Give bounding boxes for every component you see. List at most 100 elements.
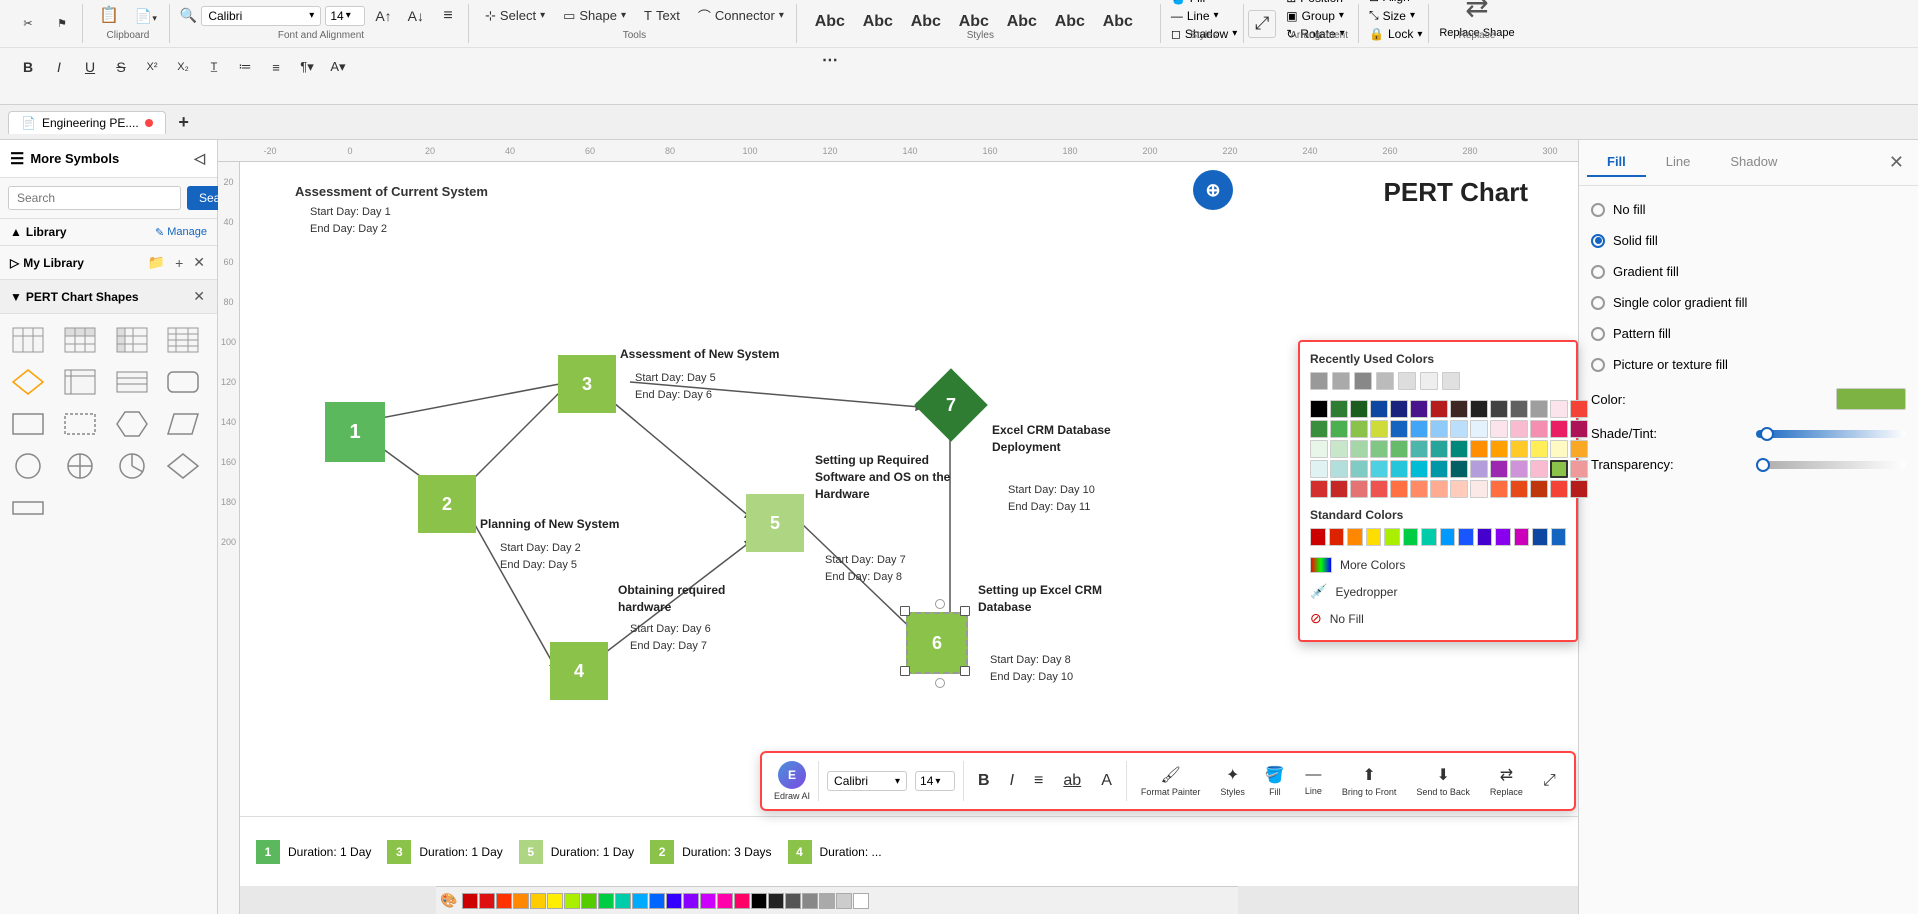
cg-r2-14[interactable] (1570, 420, 1588, 438)
picture-texture-fill-option[interactable]: Picture or texture fill (1591, 353, 1906, 376)
search-input[interactable] (8, 186, 181, 210)
cg-r3-7[interactable] (1430, 440, 1448, 458)
no-fill-radio[interactable] (1591, 203, 1605, 217)
node-5[interactable]: 5 (746, 494, 804, 552)
cg-gray2[interactable] (1490, 400, 1508, 418)
color-swatch-rose[interactable] (734, 893, 750, 909)
cg-r2-13[interactable] (1550, 420, 1568, 438)
cp-std-13[interactable] (1532, 528, 1548, 546)
cp-eyedropper-row[interactable]: 💉 Eyedropper (1310, 580, 1566, 603)
cg-blue1[interactable] (1370, 400, 1388, 418)
color-swatch-blue2[interactable] (649, 893, 665, 909)
ft-font-size[interactable]: 14 ▾ (915, 771, 955, 791)
cg-r5-7[interactable] (1430, 480, 1448, 498)
color-swatch-yellow1[interactable] (530, 893, 546, 909)
cp-std-10[interactable] (1477, 528, 1493, 546)
ft-textcolor-btn[interactable]: A (1095, 768, 1118, 794)
cg-r4-5[interactable] (1390, 460, 1408, 478)
color-swatch-blue1[interactable] (632, 893, 648, 909)
clipboard-paste-btn[interactable]: 📄▾ (129, 2, 163, 30)
cg-r4-3[interactable] (1350, 460, 1368, 478)
cg-r2-2[interactable] (1330, 420, 1348, 438)
abc-style-6[interactable]: Abc (1047, 4, 1093, 40)
cg-r2-11[interactable] (1510, 420, 1528, 438)
shade-thumb[interactable] (1760, 427, 1774, 441)
abc-style-more[interactable]: ⋯ (807, 42, 853, 78)
cp-std-3[interactable] (1347, 528, 1363, 546)
abc-style-3[interactable]: Abc (903, 4, 949, 40)
fmt-para-btn[interactable]: ¶▾ (293, 53, 321, 81)
text-align-btn[interactable]: ≡ (434, 2, 462, 30)
font-decrease-btn[interactable]: A↓ (402, 2, 430, 30)
shape-item-hexagon[interactable] (112, 406, 152, 442)
cg-r3-5[interactable] (1390, 440, 1408, 458)
ft-edraw-ai[interactable]: E Edraw AI (774, 761, 810, 801)
sidebar-collapse-btn[interactable]: ◁ (192, 148, 207, 169)
cg-r3-1[interactable] (1310, 440, 1328, 458)
cg-r2-12[interactable] (1530, 420, 1548, 438)
cg-purple1[interactable] (1410, 400, 1428, 418)
cg-red2[interactable] (1570, 400, 1588, 418)
color-swatch-orange2[interactable] (513, 893, 529, 909)
ft-italic-btn[interactable]: I (1004, 768, 1020, 794)
cp-std-8[interactable] (1440, 528, 1456, 546)
cg-r5-8[interactable] (1450, 480, 1468, 498)
picture-texture-radio[interactable] (1591, 358, 1605, 372)
cg-r3-11[interactable] (1510, 440, 1528, 458)
node-7[interactable]: 7 (918, 372, 984, 438)
cg-r2-6[interactable] (1410, 420, 1428, 438)
cp-std-14[interactable] (1551, 528, 1567, 546)
shape-item-diamond-shape[interactable] (163, 448, 203, 484)
cg-r5-5[interactable] (1390, 480, 1408, 498)
cg-r3-13[interactable] (1550, 440, 1568, 458)
fmt-strikethrough-btn[interactable]: S (107, 53, 135, 81)
color-swatch-gray1[interactable] (785, 893, 801, 909)
shape-item-diamond-small[interactable] (8, 364, 48, 400)
ft-line-btn[interactable]: — Line (1299, 762, 1328, 800)
single-color-gradient-option[interactable]: Single color gradient fill (1591, 291, 1906, 314)
cp-std-9[interactable] (1458, 528, 1474, 546)
cg-r3-12[interactable] (1530, 440, 1548, 458)
cg-pink1[interactable] (1550, 400, 1568, 418)
abc-style-7[interactable]: Abc (1095, 4, 1141, 40)
color-swatch-green1[interactable] (581, 893, 597, 909)
solid-fill-option[interactable]: Solid fill (1591, 229, 1906, 252)
edraw-ai-icon[interactable]: ⊕ (1193, 170, 1233, 210)
cg-r4-10[interactable] (1490, 460, 1508, 478)
ft-align-btn[interactable]: ≡ (1028, 768, 1049, 794)
font-increase-btn[interactable]: A↑ (369, 2, 397, 30)
cg-r5-13[interactable] (1550, 480, 1568, 498)
my-library-add-btn[interactable]: + (173, 253, 185, 273)
shade-slider[interactable] (1756, 430, 1906, 438)
cg-r2-4[interactable] (1370, 420, 1388, 438)
cp-more-colors-row[interactable]: More Colors (1310, 554, 1566, 576)
cg-gray3[interactable] (1510, 400, 1528, 418)
clipboard-copy-btn[interactable]: 📋 (93, 2, 125, 30)
shape-btn[interactable]: ▭ Shape ▾ (557, 2, 632, 30)
cg-navy[interactable] (1390, 400, 1408, 418)
color-swatch-picker[interactable] (1836, 388, 1906, 410)
pert-close-btn[interactable]: ✕ (191, 286, 207, 307)
tab-line[interactable]: Line (1646, 148, 1711, 177)
cg-r5-1[interactable] (1310, 480, 1328, 498)
cg-dark1[interactable] (1330, 400, 1348, 418)
shape-item-rounded-rect[interactable] (163, 364, 203, 400)
gradient-fill-option[interactable]: Gradient fill (1591, 260, 1906, 283)
shape-item-circle[interactable] (8, 448, 48, 484)
cg-black[interactable] (1310, 400, 1328, 418)
cp-recent-3[interactable] (1354, 372, 1372, 390)
cg-r2-9[interactable] (1470, 420, 1488, 438)
solid-fill-radio[interactable] (1591, 234, 1605, 248)
color-swatch-black[interactable] (751, 893, 767, 909)
color-swatch-lime[interactable] (564, 893, 580, 909)
shape-item-small-rect[interactable] (8, 490, 48, 526)
color-swatch-green2[interactable] (598, 893, 614, 909)
cg-r4-8[interactable] (1450, 460, 1468, 478)
styles-expand-btn[interactable]: ⤢ (1248, 10, 1276, 38)
shape-item-table1[interactable] (8, 322, 48, 358)
cg-r4-9[interactable] (1470, 460, 1488, 478)
manage-btn[interactable]: ✎ Manage (155, 226, 207, 239)
cg-r4-14[interactable] (1570, 460, 1588, 478)
color-swatch-pink[interactable] (717, 893, 733, 909)
toolbar-pin-btn[interactable]: ✂ (14, 10, 42, 38)
